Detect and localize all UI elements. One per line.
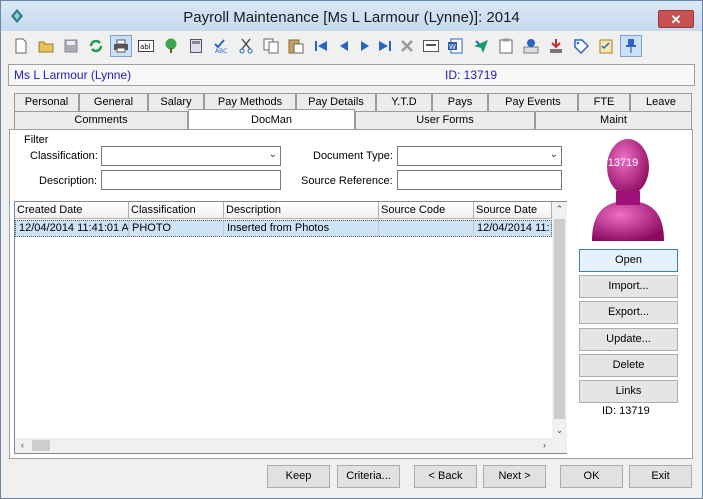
person-silhouette-icon xyxy=(592,139,664,241)
tab-personal[interactable]: Personal xyxy=(14,93,79,112)
description-label: Description: xyxy=(39,175,98,187)
paste-icon[interactable] xyxy=(285,35,307,57)
scroll-right-icon[interactable]: › xyxy=(537,438,552,453)
side-id-label: ID: 13719 xyxy=(602,405,650,417)
document-type-select[interactable]: ⌄ xyxy=(397,146,562,166)
tab-pays[interactable]: Pays xyxy=(432,93,488,112)
scroll-corner xyxy=(552,438,567,453)
ok-button[interactable]: OK xyxy=(560,465,623,488)
scroll-up-icon[interactable]: ⌃ xyxy=(552,202,567,217)
classification-select[interactable]: ⌄ xyxy=(101,146,281,166)
tab-leave[interactable]: Leave xyxy=(630,93,692,112)
open-button[interactable]: Open xyxy=(579,249,678,272)
documents-grid: Created Date Classification Description … xyxy=(14,201,567,454)
tag-icon[interactable] xyxy=(570,35,592,57)
text-field-icon[interactable]: abl xyxy=(135,35,157,57)
column-header-classification[interactable]: Classification xyxy=(129,202,224,219)
scroll-down-icon[interactable]: ⌄ xyxy=(552,423,567,438)
chevron-down-icon: ⌄ xyxy=(268,149,277,160)
tab-pay-events[interactable]: Pay Events xyxy=(488,93,578,112)
description-field[interactable] xyxy=(101,170,281,190)
tab-user-forms[interactable]: User Forms xyxy=(355,111,535,130)
next-button[interactable]: Next > xyxy=(483,465,546,488)
new-icon[interactable] xyxy=(10,35,32,57)
column-header-source-code[interactable]: Source Code xyxy=(379,202,474,219)
criteria-button[interactable]: Criteria... xyxy=(337,465,400,488)
print-icon[interactable] xyxy=(110,35,132,57)
employee-info-bar: Ms L Larmour (Lynne) ID: 13719 xyxy=(8,64,695,86)
delete-button[interactable]: Delete xyxy=(579,354,678,377)
calculator-icon[interactable] xyxy=(185,35,207,57)
vertical-scroll-thumb[interactable] xyxy=(554,219,565,419)
tab-maint[interactable]: Maint xyxy=(535,111,692,130)
back-button[interactable]: < Back xyxy=(414,465,477,488)
tab-comments[interactable]: Comments xyxy=(14,111,188,130)
links-button[interactable]: Links xyxy=(579,380,678,403)
spellcheck-icon[interactable]: ABC xyxy=(210,35,232,57)
photo-id-badge: 13719 xyxy=(607,157,639,169)
export-button[interactable]: Export... xyxy=(579,301,678,324)
vertical-scrollbar[interactable]: ⌃ ⌄ xyxy=(552,202,567,438)
filter-group-label: Filter xyxy=(24,134,49,146)
toolbar: abl ABC W xyxy=(4,33,699,61)
next-record-icon[interactable] xyxy=(354,35,376,57)
cell-classification: PHOTO xyxy=(129,221,224,237)
clipboard-icon[interactable] xyxy=(495,35,517,57)
cell-source-code xyxy=(379,221,474,237)
cell-description: Inserted from Photos xyxy=(224,221,379,237)
horizontal-scrollbar[interactable]: ‹ › xyxy=(15,438,552,453)
delete-icon[interactable] xyxy=(396,35,418,57)
column-header-created-date[interactable]: Created Date xyxy=(15,202,129,219)
classification-label: Classification: xyxy=(30,150,98,162)
chevron-down-icon: ⌄ xyxy=(549,149,558,160)
word-doc-icon[interactable]: W xyxy=(445,35,467,57)
checklist-icon[interactable] xyxy=(595,35,617,57)
previous-record-icon[interactable] xyxy=(333,35,355,57)
keep-button[interactable]: Keep xyxy=(267,465,330,488)
column-header-description[interactable]: Description xyxy=(224,202,379,219)
approve-icon[interactable] xyxy=(520,35,542,57)
copy-icon[interactable] xyxy=(260,35,282,57)
tree-icon[interactable] xyxy=(160,35,182,57)
cell-source-date: 12/04/2014 11: xyxy=(477,222,550,234)
first-record-icon[interactable] xyxy=(310,35,332,57)
refresh-icon[interactable] xyxy=(85,35,107,57)
table-row[interactable]: 12/04/2014 11:41:01 AM PHOTO Inserted fr… xyxy=(15,220,552,237)
employee-photo[interactable]: 13719 xyxy=(578,131,679,243)
import-button[interactable]: Import... xyxy=(579,275,678,298)
open-folder-icon[interactable] xyxy=(35,35,57,57)
cell-created-date: 12/04/2014 11:41:01 AM xyxy=(16,221,129,237)
tab-docman[interactable]: DocMan xyxy=(188,109,355,131)
close-button[interactable]: ✕ xyxy=(658,10,694,28)
last-record-icon[interactable] xyxy=(374,35,396,57)
cut-icon[interactable] xyxy=(235,35,257,57)
download-icon[interactable] xyxy=(545,35,567,57)
exit-button[interactable]: Exit xyxy=(629,465,692,488)
source-reference-field[interactable] xyxy=(397,170,562,190)
svg-text:ABC: ABC xyxy=(215,48,227,54)
tab-fte[interactable]: FTE xyxy=(578,93,630,112)
window-title: Payroll Maintenance [Ms L Larmour (Lynne… xyxy=(183,9,520,26)
pin-icon[interactable] xyxy=(620,35,642,57)
tab-general[interactable]: General xyxy=(79,93,148,112)
update-button[interactable]: Update... xyxy=(579,328,678,351)
svg-text:abl: abl xyxy=(140,43,151,51)
employee-name: Ms L Larmour (Lynne) xyxy=(14,68,132,82)
svg-text:W: W xyxy=(449,43,456,51)
title-bar: Payroll Maintenance [Ms L Larmour (Lynne… xyxy=(1,1,702,31)
source-reference-label: Source Reference: xyxy=(301,175,393,187)
save-icon[interactable] xyxy=(60,35,82,57)
document-type-label: Document Type: xyxy=(313,150,393,162)
scroll-left-icon[interactable]: ‹ xyxy=(15,438,30,453)
send-icon[interactable] xyxy=(470,35,492,57)
horizontal-scroll-thumb[interactable] xyxy=(32,440,50,451)
card-icon[interactable] xyxy=(420,35,442,57)
column-header-source-date[interactable]: Source Date xyxy=(474,202,552,219)
tab-ytd[interactable]: Y.T.D xyxy=(376,93,432,112)
employee-id: ID: 13719 xyxy=(445,68,498,82)
